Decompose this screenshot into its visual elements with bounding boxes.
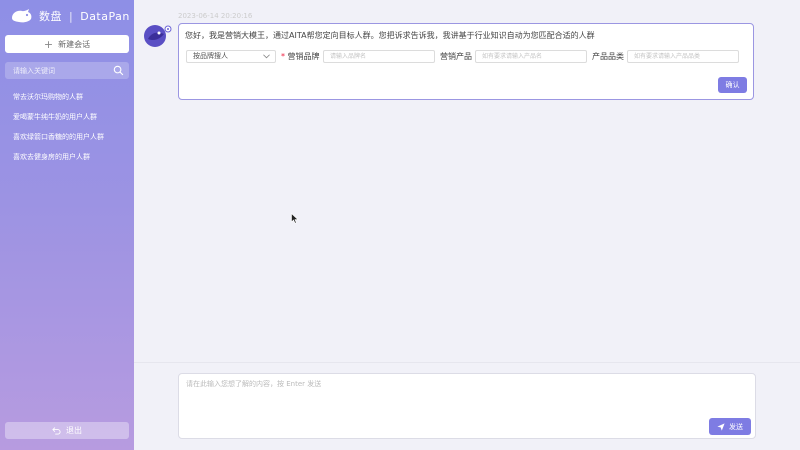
- session-item[interactable]: 爱喝蒙牛纯牛奶的用户人群: [13, 112, 128, 132]
- product-input[interactable]: [475, 50, 587, 63]
- logout-label: 退出: [66, 426, 82, 435]
- assistant-message-card: 您好，我是营销大模王，通过AITA帮您定向目标人群。您把诉求告诉我，我讲基于行业…: [178, 23, 754, 100]
- session-item[interactable]: 喜欢绿箭口香糖的的用户人群: [13, 132, 128, 152]
- logo-separator: |: [69, 9, 74, 23]
- search-mode-value: 按品牌搜人: [193, 52, 228, 60]
- message-input[interactable]: [179, 374, 755, 438]
- logo-brand-cn: 数盘: [39, 10, 62, 23]
- avatar-icon: [144, 25, 172, 47]
- composer: 发送: [178, 373, 756, 439]
- new-chat-button[interactable]: + 新建会话: [5, 35, 129, 53]
- category-label: 产品品类: [592, 52, 624, 61]
- send-button[interactable]: 发送: [709, 418, 751, 435]
- search-form: 按品牌搜人 * 营销品牌 营销产品 产品品类: [186, 50, 746, 64]
- brand-input[interactable]: [323, 50, 435, 63]
- product-label: 营销产品: [440, 52, 472, 61]
- search-box: [5, 62, 129, 79]
- search-input[interactable]: [5, 62, 129, 79]
- message-timestamp: 2023-06-14 20:20:16: [178, 12, 253, 20]
- sidebar: 数盘 | DataPan + 新建会话 常去沃尔玛购物的人群 爱喝蒙牛纯牛奶的用…: [0, 0, 134, 450]
- logo-icon: [12, 9, 32, 23]
- send-icon: [717, 422, 725, 431]
- plus-icon: +: [43, 37, 54, 51]
- session-item[interactable]: 常去沃尔玛购物的人群: [13, 92, 128, 112]
- logout-icon: [52, 427, 61, 435]
- assistant-message-text: 您好，我是营销大模王，通过AITA帮您定向目标人群。您把诉求告诉我，我讲基于行业…: [185, 31, 595, 40]
- session-list: 常去沃尔玛购物的人群 爱喝蒙牛纯牛奶的用户人群 喜欢绿箭口香糖的的用户人群 喜欢…: [13, 92, 128, 172]
- composer-divider: [134, 362, 800, 363]
- send-label: 发送: [729, 422, 743, 431]
- search-mode-select[interactable]: 按品牌搜人: [186, 50, 276, 63]
- confirm-button[interactable]: 确认: [718, 77, 747, 93]
- logo: 数盘 | DataPan: [10, 7, 130, 25]
- session-item[interactable]: 喜欢去健身房的用户人群: [13, 152, 128, 172]
- logout-button[interactable]: 退出: [5, 422, 129, 439]
- brand-label-text: 营销品牌: [287, 52, 320, 61]
- new-chat-label: 新建会话: [58, 39, 91, 49]
- search-icon[interactable]: [113, 65, 124, 76]
- chat-main: 2023-06-14 20:20:16 您好，我是营销大模王，通过AITA帮您定…: [134, 0, 800, 450]
- logo-brand-en: DataPan: [80, 9, 130, 23]
- brand-label: * 营销品牌: [281, 50, 320, 63]
- chevron-down-icon: [263, 54, 270, 59]
- category-input[interactable]: [627, 50, 739, 63]
- mouse-cursor-icon: [291, 213, 299, 224]
